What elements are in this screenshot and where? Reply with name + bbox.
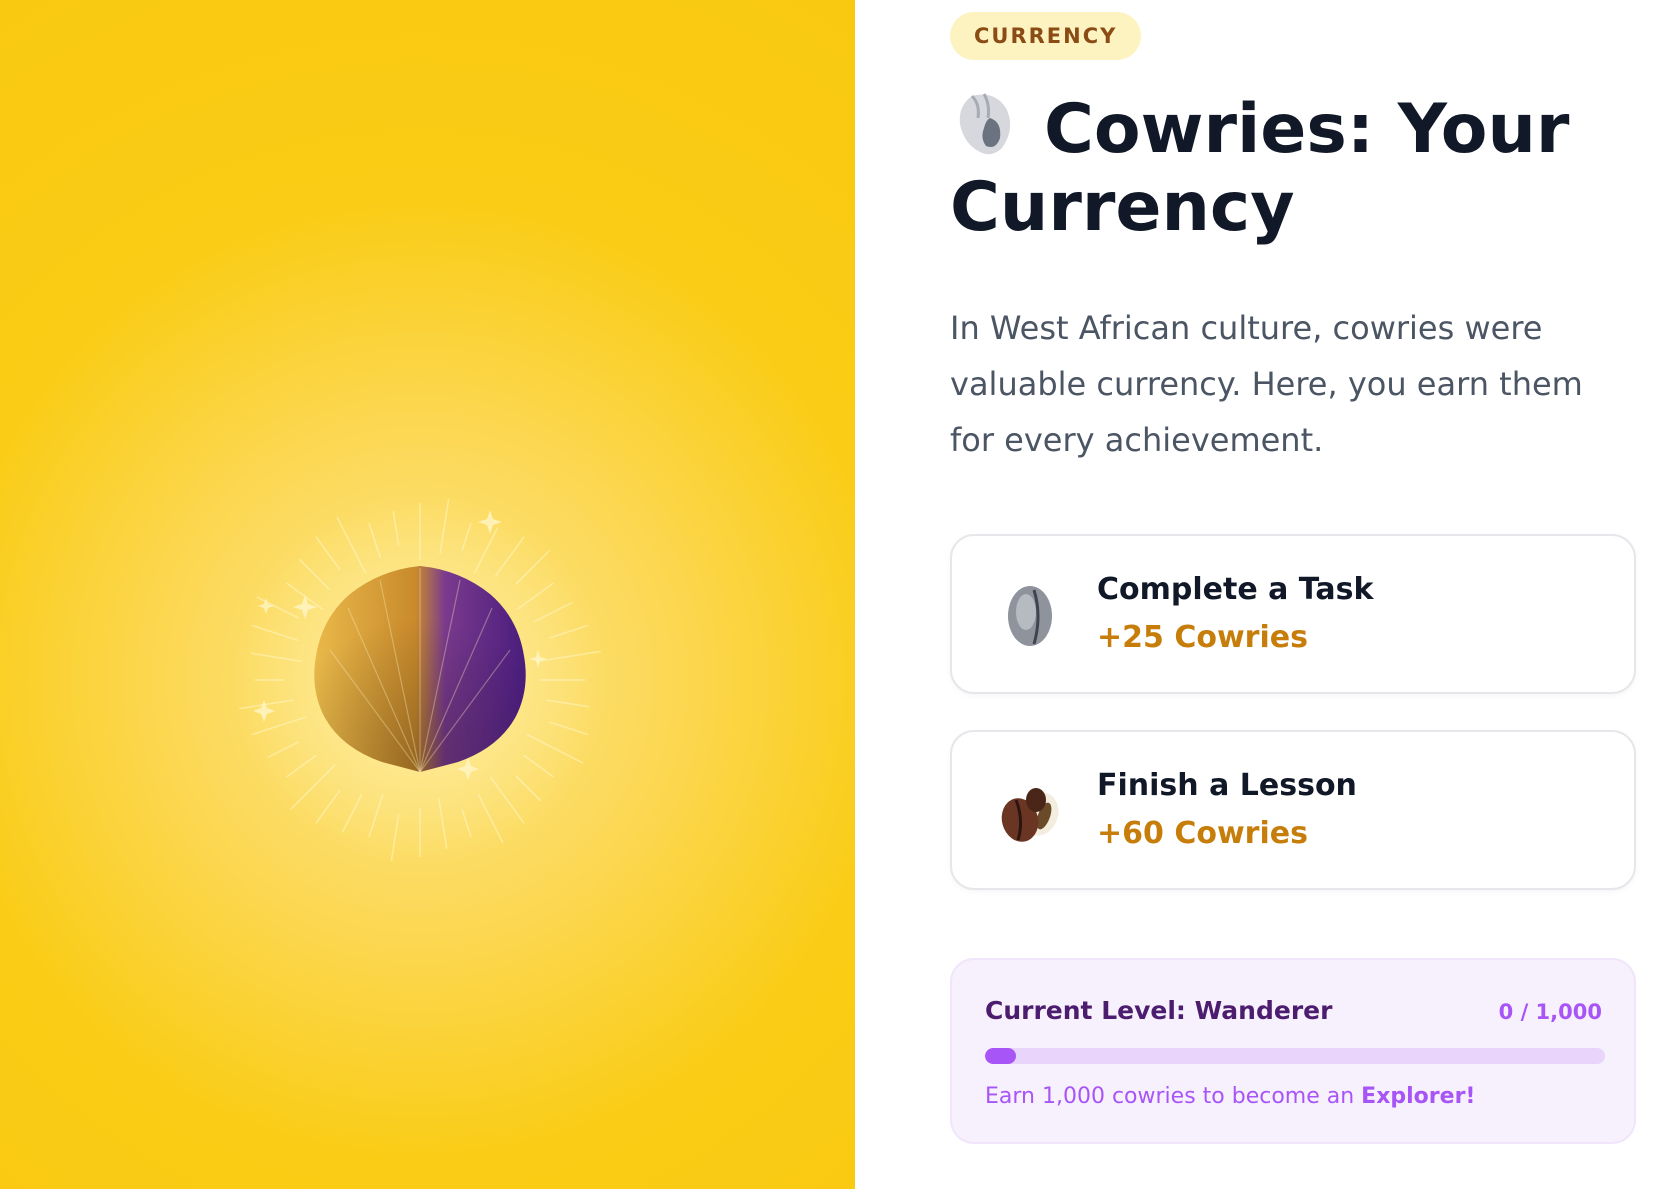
progress-bar	[985, 1048, 1605, 1064]
cowrie-pair-icon	[1001, 788, 1059, 842]
reward-title: Finish a Lesson	[1097, 768, 1357, 803]
level-hint: Earn 1,000 cowries to become an Explorer…	[985, 1084, 1475, 1109]
intro-text: In West African culture, cowries were va…	[950, 309, 1583, 459]
level-progress-card: Current Level: Wanderer 0 / 1,000 Earn 1…	[950, 958, 1636, 1144]
reward-title: Complete a Task	[1097, 572, 1374, 607]
progress-bar-fill	[985, 1048, 1016, 1064]
reward-amount: +25 Cowries	[1097, 620, 1308, 655]
scallop-shell-icon	[235, 495, 605, 865]
cowrie-shell-icon	[1008, 586, 1052, 646]
level-hint-highlight: Explorer!	[1361, 1084, 1476, 1109]
spiral-shell-icon	[959, 93, 1011, 155]
page-title-text: Cowries: Your Currency	[950, 90, 1570, 247]
content-panel: CURRENCY Cowries: Your Currency In West …	[855, 0, 1677, 1189]
level-hint-text: Earn 1,000 cowries to become an	[985, 1084, 1362, 1109]
reward-card-task[interactable]: Complete a Task +25 Cowries	[950, 534, 1636, 694]
hero-panel	[0, 0, 855, 1189]
page-title: Cowries: Your Currency	[950, 88, 1650, 247]
reward-amount: +60 Cowries	[1097, 816, 1308, 851]
category-badge: CURRENCY	[950, 12, 1142, 60]
reward-card-lesson[interactable]: Finish a Lesson +60 Cowries	[950, 730, 1636, 890]
level-label: Current Level: Wanderer	[985, 996, 1333, 1025]
level-progress-text: 0 / 1,000	[1498, 1000, 1602, 1024]
